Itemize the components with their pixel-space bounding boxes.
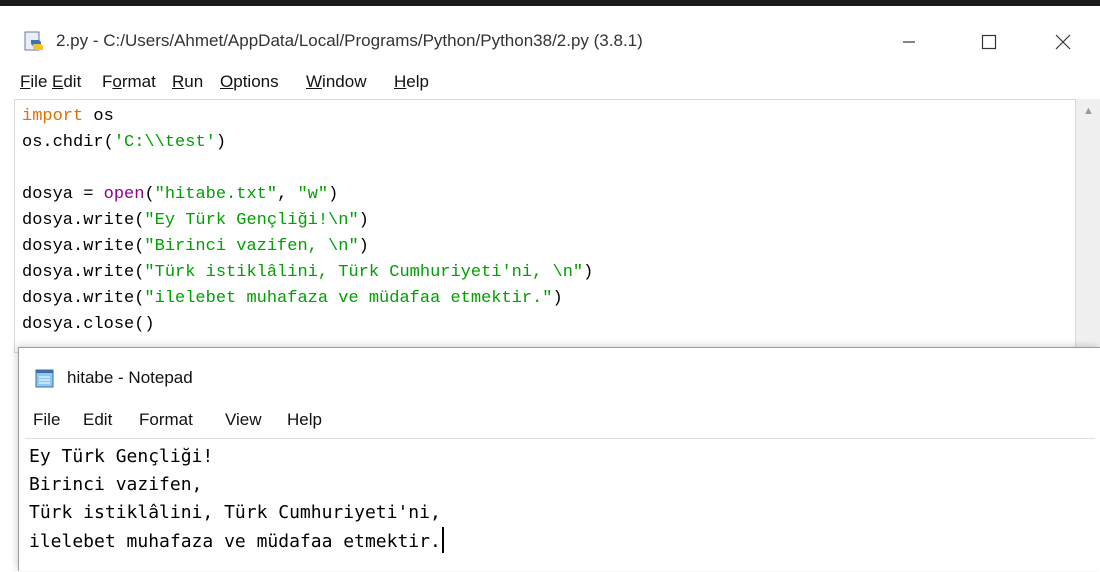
idle-menu-item[interactable]: Window — [306, 72, 366, 92]
code-line: dosya.write("ilelebet muhafaza ve müdafa… — [22, 289, 563, 308]
code-line: dosya = open("hitabe.txt", "w") — [22, 185, 339, 204]
notepad-line: ilelebet muhafaza ve müdafaa etmektir. — [29, 531, 441, 552]
close-icon — [1055, 34, 1071, 50]
code-line: import os — [22, 107, 114, 126]
notepad-line: Ey Türk Gençliği! — [29, 446, 214, 467]
notepad-menu-item[interactable]: Format — [139, 410, 193, 430]
idle-menu-item[interactable]: Options — [220, 72, 279, 92]
maximize-button[interactable] — [966, 20, 1012, 64]
idle-menu-item[interactable]: Edit — [52, 72, 81, 92]
notepad-title: hitabe - Notepad — [67, 368, 193, 387]
notepad-window: hitabe - Notepad File Edit Format View Help … — [18, 347, 1100, 571]
notepad-text[interactable]: Ey Türk Gençliği! Birinci vazifen, Türk … — [29, 443, 444, 556]
window-title: 2.py - C:/Users/Ahmet/AppData/Local/Prog… — [56, 31, 643, 50]
vertical-scrollbar[interactable]: ▲ — [1076, 99, 1100, 357]
notepad-icon — [35, 369, 54, 388]
maximize-icon — [981, 34, 997, 50]
notepad-menu-item[interactable]: View — [225, 410, 262, 430]
python-file-icon — [24, 31, 43, 51]
idle-menu-item[interactable]: Help — [394, 72, 429, 92]
idle-titlebar[interactable]: 2.py - C:/Users/Ahmet/AppData/Local/Prog… — [0, 12, 1100, 68]
idle-menu-item[interactable]: File — [20, 72, 47, 92]
scroll-up-arrow-icon[interactable]: ▲ — [1083, 105, 1094, 117]
text-caret — [441, 527, 444, 553]
code-line: os.chdir('C:\\test') — [22, 133, 227, 152]
code-line: dosya.write("Birinci vazifen, \n") — [22, 237, 369, 256]
code-line: dosya.write("Türk istiklâlini, Türk Cumh… — [22, 263, 594, 282]
notepad-menubar: File Edit Format View Help — [19, 406, 1100, 434]
notepad-text-area[interactable]: Ey Türk Gençliği! Birinci vazifen, Türk … — [25, 438, 1095, 572]
notepad-menu-item[interactable]: File — [33, 410, 60, 430]
notepad-line: Türk istiklâlini, Türk Cumhuriyeti'ni, — [29, 502, 441, 523]
notepad-menu-item[interactable]: Edit — [83, 410, 112, 430]
minimize-button[interactable] — [886, 20, 932, 64]
minimize-icon — [903, 41, 915, 43]
notepad-titlebar[interactable]: hitabe - Notepad — [19, 348, 1100, 404]
notepad-line: Birinci vazifen, — [29, 474, 203, 495]
code-editor[interactable]: import os os.chdir('C:\\test') dosya = o… — [14, 99, 1076, 353]
code-text[interactable]: import os os.chdir('C:\\test') dosya = o… — [22, 104, 593, 338]
idle-menubar: File Edit Format Run Options Window Help — [0, 68, 1100, 98]
code-line: dosya.close() — [22, 315, 155, 334]
code-line: dosya.write("Ey Türk Gençliği!\n") — [22, 211, 369, 230]
idle-menu-item[interactable]: Run — [172, 72, 203, 92]
idle-menu-item[interactable]: Format — [102, 72, 156, 92]
notepad-menu-item[interactable]: Help — [287, 410, 322, 430]
close-button[interactable] — [1040, 20, 1086, 64]
